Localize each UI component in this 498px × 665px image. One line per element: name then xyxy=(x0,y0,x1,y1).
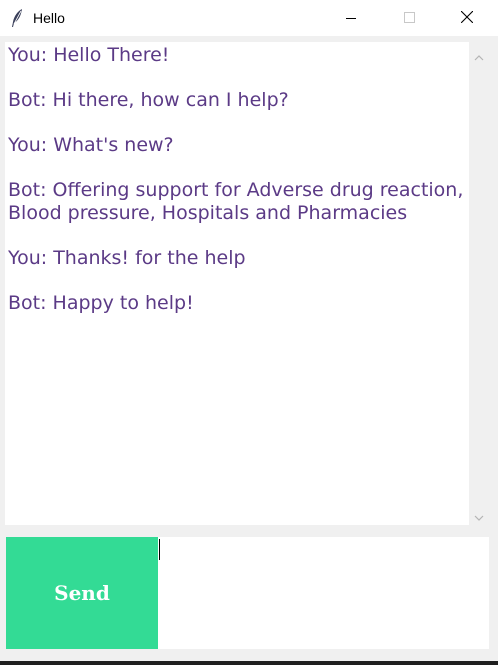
chat-message: You: Hello There! xyxy=(8,44,170,66)
scroll-up-arrow-icon[interactable] xyxy=(474,49,484,61)
chat-message: Bot: Happy to help! xyxy=(8,291,194,314)
send-button[interactable]: Send xyxy=(6,537,158,649)
minimize-button[interactable] xyxy=(328,0,374,36)
taskbar-edge xyxy=(0,661,498,665)
message-input[interactable] xyxy=(158,537,489,649)
minimize-icon xyxy=(346,10,356,26)
app-window: Hello You: Hello There! Bot: Hi there, h… xyxy=(0,0,498,665)
text-cursor xyxy=(159,539,160,560)
chat-message: Bot: Hi there, how can I help? xyxy=(8,89,289,111)
chat-log[interactable]: You: Hello There! Bot: Hi there, how can… xyxy=(5,42,469,525)
close-icon xyxy=(460,10,474,26)
chat-message: Bot: Offering support for Adverse drug r… xyxy=(8,179,469,224)
chat-log-text: You: Hello There! Bot: Hi there, how can… xyxy=(5,42,469,314)
title-bar[interactable]: Hello xyxy=(0,0,498,36)
maximize-icon xyxy=(403,10,415,26)
close-button[interactable] xyxy=(444,0,490,36)
feather-icon xyxy=(9,8,25,28)
window-title: Hello xyxy=(33,10,65,26)
chat-message: You: What's new? xyxy=(8,134,174,156)
chat-message: You: Thanks! for the help xyxy=(8,246,246,269)
scroll-down-arrow-icon[interactable] xyxy=(474,509,484,521)
chat-scrollbar[interactable] xyxy=(469,42,489,525)
maximize-button[interactable] xyxy=(386,0,432,36)
